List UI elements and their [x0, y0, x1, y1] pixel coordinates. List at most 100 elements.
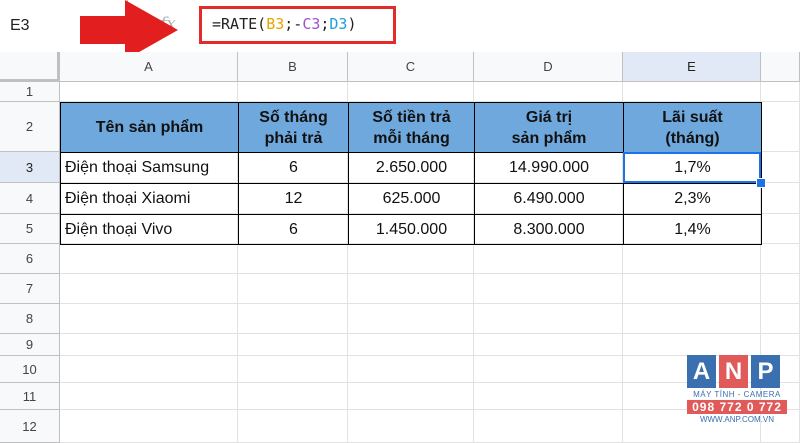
table-row-5-cell[interactable]: 8.300.000 — [474, 214, 624, 245]
fill-handle[interactable] — [756, 178, 766, 188]
grid-cell[interactable] — [238, 274, 348, 304]
header-text-line: Số tháng — [259, 108, 328, 126]
table-row-5-cell[interactable]: 1.450.000 — [348, 214, 475, 245]
grid-cell[interactable] — [474, 410, 623, 443]
grid-cell[interactable] — [474, 334, 623, 356]
grid-cell[interactable] — [761, 334, 800, 356]
grid-cell[interactable] — [761, 102, 800, 152]
grid-cell[interactable] — [348, 383, 474, 410]
row-header-1[interactable]: 1 — [0, 82, 60, 102]
grid-cell[interactable] — [238, 356, 348, 383]
grid-cell[interactable] — [761, 304, 800, 334]
formula-ref-b: B3 — [266, 15, 285, 33]
row-header-6[interactable]: 6 — [0, 244, 60, 274]
select-all-corner[interactable] — [0, 52, 60, 82]
table-row-4-cell[interactable]: 2,3% — [623, 183, 762, 215]
row-header-8[interactable]: 8 — [0, 304, 60, 334]
grid-cell[interactable] — [348, 410, 474, 443]
grid-cell[interactable] — [761, 244, 800, 274]
grid-cell[interactable] — [238, 383, 348, 410]
grid-cell[interactable] — [623, 274, 761, 304]
row-header-10[interactable]: 10 — [0, 356, 60, 383]
table-header-cell[interactable]: Tên sản phẩm — [60, 102, 239, 153]
grid-cell[interactable] — [348, 334, 474, 356]
header-text-line: mỗi tháng — [373, 129, 450, 147]
grid-cell[interactable] — [238, 410, 348, 443]
table-row-4-cell[interactable]: 12 — [238, 183, 349, 215]
table-header-cell[interactable]: Số tiền trả mỗi tháng — [348, 102, 475, 153]
table-row-3-cell[interactable]: 1,7% — [623, 152, 762, 184]
logo-letters: ANP — [687, 355, 787, 388]
grid-cell[interactable] — [238, 334, 348, 356]
grid-cell[interactable] — [348, 304, 474, 334]
grid-cell[interactable] — [348, 274, 474, 304]
grid-cell[interactable] — [761, 214, 800, 244]
grid-cell[interactable] — [623, 82, 761, 102]
formula-ref-c: C3 — [302, 15, 321, 33]
column-header-a[interactable]: A — [60, 52, 238, 82]
column-header-c[interactable]: C — [348, 52, 474, 82]
grid-cell[interactable] — [474, 383, 623, 410]
formula-input[interactable]: =RATE(B3;-C3;D3) — [199, 6, 396, 44]
table-row-3-cell[interactable]: 2.650.000 — [348, 152, 475, 184]
table-header-cell[interactable]: Giá trị sản phẩm — [474, 102, 624, 153]
table-row-3-cell[interactable]: Điện thoại Samsung — [60, 152, 239, 184]
column-header-blank — [761, 52, 800, 82]
logo-letter: P — [751, 355, 780, 388]
table-row-3-cell[interactable]: 6 — [238, 152, 349, 184]
table-row-5-cell[interactable]: 6 — [238, 214, 349, 245]
grid-cell[interactable] — [60, 334, 238, 356]
table-row-5-cell[interactable]: Điện thoại Vivo — [60, 214, 239, 245]
right-arrow-icon — [80, 0, 178, 60]
grid-cell[interactable] — [348, 356, 474, 383]
grid-cell[interactable] — [761, 82, 800, 102]
grid-cell[interactable] — [238, 82, 348, 102]
grid-cell[interactable] — [623, 334, 761, 356]
grid-cell[interactable] — [60, 274, 238, 304]
grid-cell[interactable] — [623, 304, 761, 334]
table-row-4-cell[interactable]: 6.490.000 — [474, 183, 624, 215]
row-header-4[interactable]: 4 — [0, 183, 60, 214]
table-row-3-cell[interactable]: 14.990.000 — [474, 152, 624, 184]
table-header-cell[interactable]: Số tháng phải trả — [238, 102, 349, 153]
column-header-e[interactable]: E — [623, 52, 761, 82]
table-header-cell[interactable]: Lãi suất (tháng) — [623, 102, 762, 153]
grid-cell[interactable] — [474, 356, 623, 383]
grid-cell[interactable] — [761, 274, 800, 304]
grid-cell[interactable] — [60, 304, 238, 334]
header-text-line: (tháng) — [665, 129, 720, 147]
grid-cell[interactable] — [761, 183, 800, 214]
grid-cell[interactable] — [623, 244, 761, 274]
grid-cell[interactable] — [348, 82, 474, 102]
grid-cell[interactable] — [474, 274, 623, 304]
grid-cell[interactable] — [60, 82, 238, 102]
grid-cell[interactable] — [238, 304, 348, 334]
header-text-line: Tên sản phẩm — [95, 119, 204, 136]
grid-cell[interactable] — [761, 152, 800, 183]
grid-cell[interactable] — [60, 244, 238, 274]
row-header-9[interactable]: 9 — [0, 334, 60, 356]
grid-cell[interactable] — [474, 304, 623, 334]
logo-tagline: MÁY TÍNH - CAMERA — [693, 390, 781, 399]
grid-cell[interactable] — [60, 410, 238, 443]
row-header-3[interactable]: 3 — [0, 152, 60, 183]
grid-cell[interactable] — [474, 244, 623, 274]
row-header-12[interactable]: 12 — [0, 410, 60, 443]
row-header-2[interactable]: 2 — [0, 102, 60, 152]
table-row-4-cell[interactable]: Điện thoại Xiaomi — [60, 183, 239, 215]
grid-cell[interactable] — [60, 356, 238, 383]
row-header-11[interactable]: 11 — [0, 383, 60, 410]
header-text-line: phải trả — [264, 129, 323, 147]
table-row-5-cell[interactable]: 1,4% — [623, 214, 762, 245]
grid-cell[interactable] — [348, 244, 474, 274]
column-header-b[interactable]: B — [238, 52, 348, 82]
row-header-7[interactable]: 7 — [0, 274, 60, 304]
header-text-line: Số tiền trả — [372, 108, 451, 126]
row-header-5[interactable]: 5 — [0, 214, 60, 244]
grid-cell[interactable] — [60, 383, 238, 410]
grid-cell[interactable] — [238, 244, 348, 274]
grid-cell[interactable] — [474, 82, 623, 102]
logo-url: WWW.ANP.COM.VN — [699, 415, 775, 424]
column-header-d[interactable]: D — [474, 52, 623, 82]
table-row-4-cell[interactable]: 625.000 — [348, 183, 475, 215]
